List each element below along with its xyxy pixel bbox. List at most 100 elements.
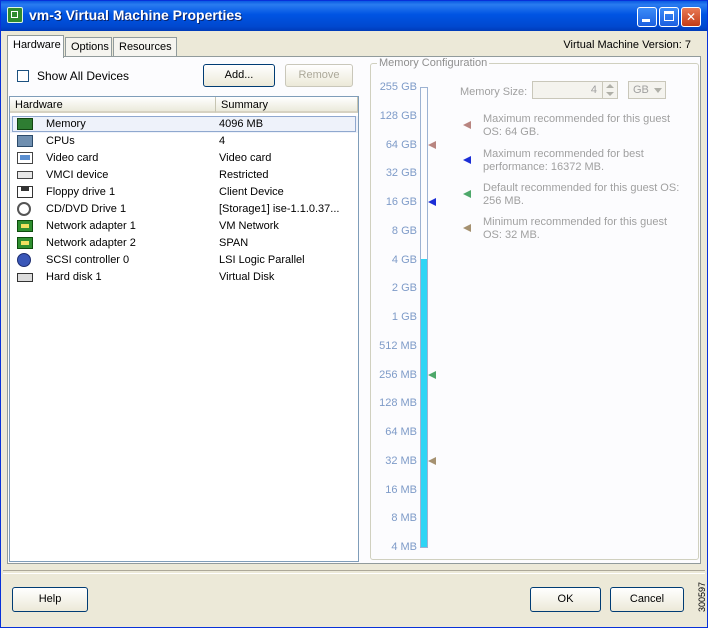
device-name: CD/DVD Drive 1 xyxy=(46,203,127,215)
network-adapter-icon xyxy=(17,237,33,249)
device-name: CPUs xyxy=(46,135,75,147)
chevron-down-icon xyxy=(654,88,662,93)
device-name: SCSI controller 0 xyxy=(46,254,130,266)
remove-button[interactable]: Remove xyxy=(285,64,353,87)
memory-slider-track[interactable] xyxy=(420,87,428,548)
window-title: vm-3 Virtual Machine Properties xyxy=(29,7,242,23)
scale-label: 255 GB xyxy=(379,81,417,93)
scale-label: 64 MB xyxy=(385,426,417,438)
legend-marker-icon xyxy=(463,224,471,232)
device-summary: SPAN xyxy=(219,237,249,249)
scale-label: 4 GB xyxy=(391,253,417,266)
scale-label: 32 GB xyxy=(385,167,417,180)
table-row[interactable]: CPUs 4 xyxy=(10,133,358,150)
memory-size-label: Memory Size: xyxy=(460,86,528,98)
close-icon: ✕ xyxy=(685,10,697,24)
tab-options[interactable]: Options xyxy=(65,37,112,57)
device-name: Network adapter 2 xyxy=(46,237,136,249)
ok-button[interactable]: OK xyxy=(530,587,601,612)
memory-slider-fill xyxy=(421,258,427,547)
memory-configuration-title: Memory Configuration xyxy=(377,57,490,69)
memory-icon xyxy=(17,118,33,130)
memory-marker-icon xyxy=(428,370,436,379)
vm-icon xyxy=(7,7,23,23)
tab-hardware[interactable]: Hardware xyxy=(7,35,64,58)
device-name: Network adapter 1 xyxy=(46,220,136,232)
legend-text: Minimum recommended for this guest OS: 3… xyxy=(483,216,668,241)
memory-marker-icon xyxy=(428,456,436,465)
scale-label: 128 GB xyxy=(379,109,417,122)
device-summary: 4 xyxy=(219,135,226,147)
scale-label: 512 MB xyxy=(379,339,417,352)
title-bar[interactable]: vm-3 Virtual Machine Properties ✕ xyxy=(1,1,707,31)
cd-dvd-drive-icon xyxy=(17,202,31,216)
cancel-button[interactable]: Cancel xyxy=(610,587,684,612)
memory-size-value: 4 xyxy=(590,84,597,96)
memory-unit-value: GB xyxy=(633,84,649,96)
add-button[interactable]: Add... xyxy=(203,64,275,87)
device-summary: Restricted xyxy=(219,169,269,181)
scale-label: 32 MB xyxy=(385,454,417,467)
tab-resources[interactable]: Resources xyxy=(113,37,177,57)
table-row[interactable]: Hard disk 1 Virtual Disk xyxy=(10,269,358,286)
minimize-button[interactable] xyxy=(637,7,657,27)
vm-version-label: Virtual Machine Version: 7 xyxy=(563,39,691,51)
cpu-icon xyxy=(17,135,33,147)
table-row[interactable]: Floppy drive 1 Client Device xyxy=(10,184,358,201)
device-name: Video card xyxy=(46,152,99,164)
table-row[interactable]: CD/DVD Drive 1 [Storage1] ise-1.1.0.37... xyxy=(10,201,358,218)
legend-marker-icon xyxy=(463,121,471,129)
table-row[interactable]: Memory 4096 MB xyxy=(10,116,358,133)
scale-label: 64 GB xyxy=(385,138,417,151)
close-button[interactable]: ✕ xyxy=(681,7,701,27)
scale-label: 8 GB xyxy=(391,224,417,237)
table-row[interactable]: Network adapter 1 VM Network xyxy=(10,218,358,235)
scale-label: 8 MB xyxy=(391,512,417,525)
memory-marker-icon xyxy=(428,198,436,206)
table-row[interactable]: Network adapter 2 SPAN xyxy=(10,235,358,252)
device-summary: Virtual Disk xyxy=(219,271,275,283)
table-header: Hardware Summary xyxy=(10,97,358,114)
show-all-devices-label: Show All Devices xyxy=(37,69,130,83)
device-summary: VM Network xyxy=(219,220,279,232)
hard-disk-icon xyxy=(17,273,33,282)
scale-label: 256 MB xyxy=(379,368,417,381)
table-row[interactable]: SCSI controller 0 LSI Logic Parallel xyxy=(10,252,358,269)
vmci-device-icon xyxy=(17,171,33,179)
column-header-summary[interactable]: Summary xyxy=(216,97,358,113)
legend-marker-icon xyxy=(463,190,471,198)
device-summary: [Storage1] ise-1.1.0.37... xyxy=(219,203,340,215)
scsi-controller-icon xyxy=(17,253,31,267)
scale-label: 16 GB xyxy=(385,196,417,208)
device-name: VMCI device xyxy=(46,169,109,181)
footer-separator xyxy=(3,570,705,574)
hardware-table: Hardware Summary Memory 4096 MB CPUs 4 Video… xyxy=(9,96,359,562)
legend-marker-icon xyxy=(463,156,471,164)
legend-text: Maximum recommended for this guest OS: 6… xyxy=(483,113,671,138)
floppy-drive-icon xyxy=(17,186,33,198)
show-all-devices-checkbox[interactable] xyxy=(17,70,29,82)
network-adapter-icon xyxy=(17,220,33,232)
device-name: Hard disk 1 xyxy=(46,271,102,283)
column-header-hardware[interactable]: Hardware xyxy=(10,97,216,113)
scale-label: 2 GB xyxy=(391,282,417,295)
figure-id: 300597 xyxy=(697,581,707,612)
spinner-arrows-icon[interactable] xyxy=(602,82,617,98)
maximize-button[interactable] xyxy=(659,7,679,27)
device-name: Memory xyxy=(46,118,86,130)
memory-marker-icon xyxy=(428,140,436,149)
video-card-icon xyxy=(17,152,33,164)
table-row[interactable]: Video card Video card xyxy=(10,150,358,167)
memory-size-stepper[interactable]: 4 xyxy=(532,81,618,99)
memory-unit-select[interactable]: GB xyxy=(628,81,666,99)
table-row[interactable]: VMCI device Restricted xyxy=(10,167,358,184)
device-summary: Video card xyxy=(219,152,272,164)
legend-text: Maximum recommended for best performance… xyxy=(483,148,644,173)
scale-label: 1 GB xyxy=(391,311,417,323)
help-button[interactable]: Help xyxy=(12,587,88,612)
properties-window: vm-3 Virtual Machine Properties ✕ Hardwa… xyxy=(0,0,708,628)
legend-text: Default recommended for this guest OS: 2… xyxy=(483,182,680,207)
device-summary: 4096 MB xyxy=(219,118,264,130)
scale-label: 16 MB xyxy=(385,483,417,496)
device-name: Floppy drive 1 xyxy=(46,186,116,198)
